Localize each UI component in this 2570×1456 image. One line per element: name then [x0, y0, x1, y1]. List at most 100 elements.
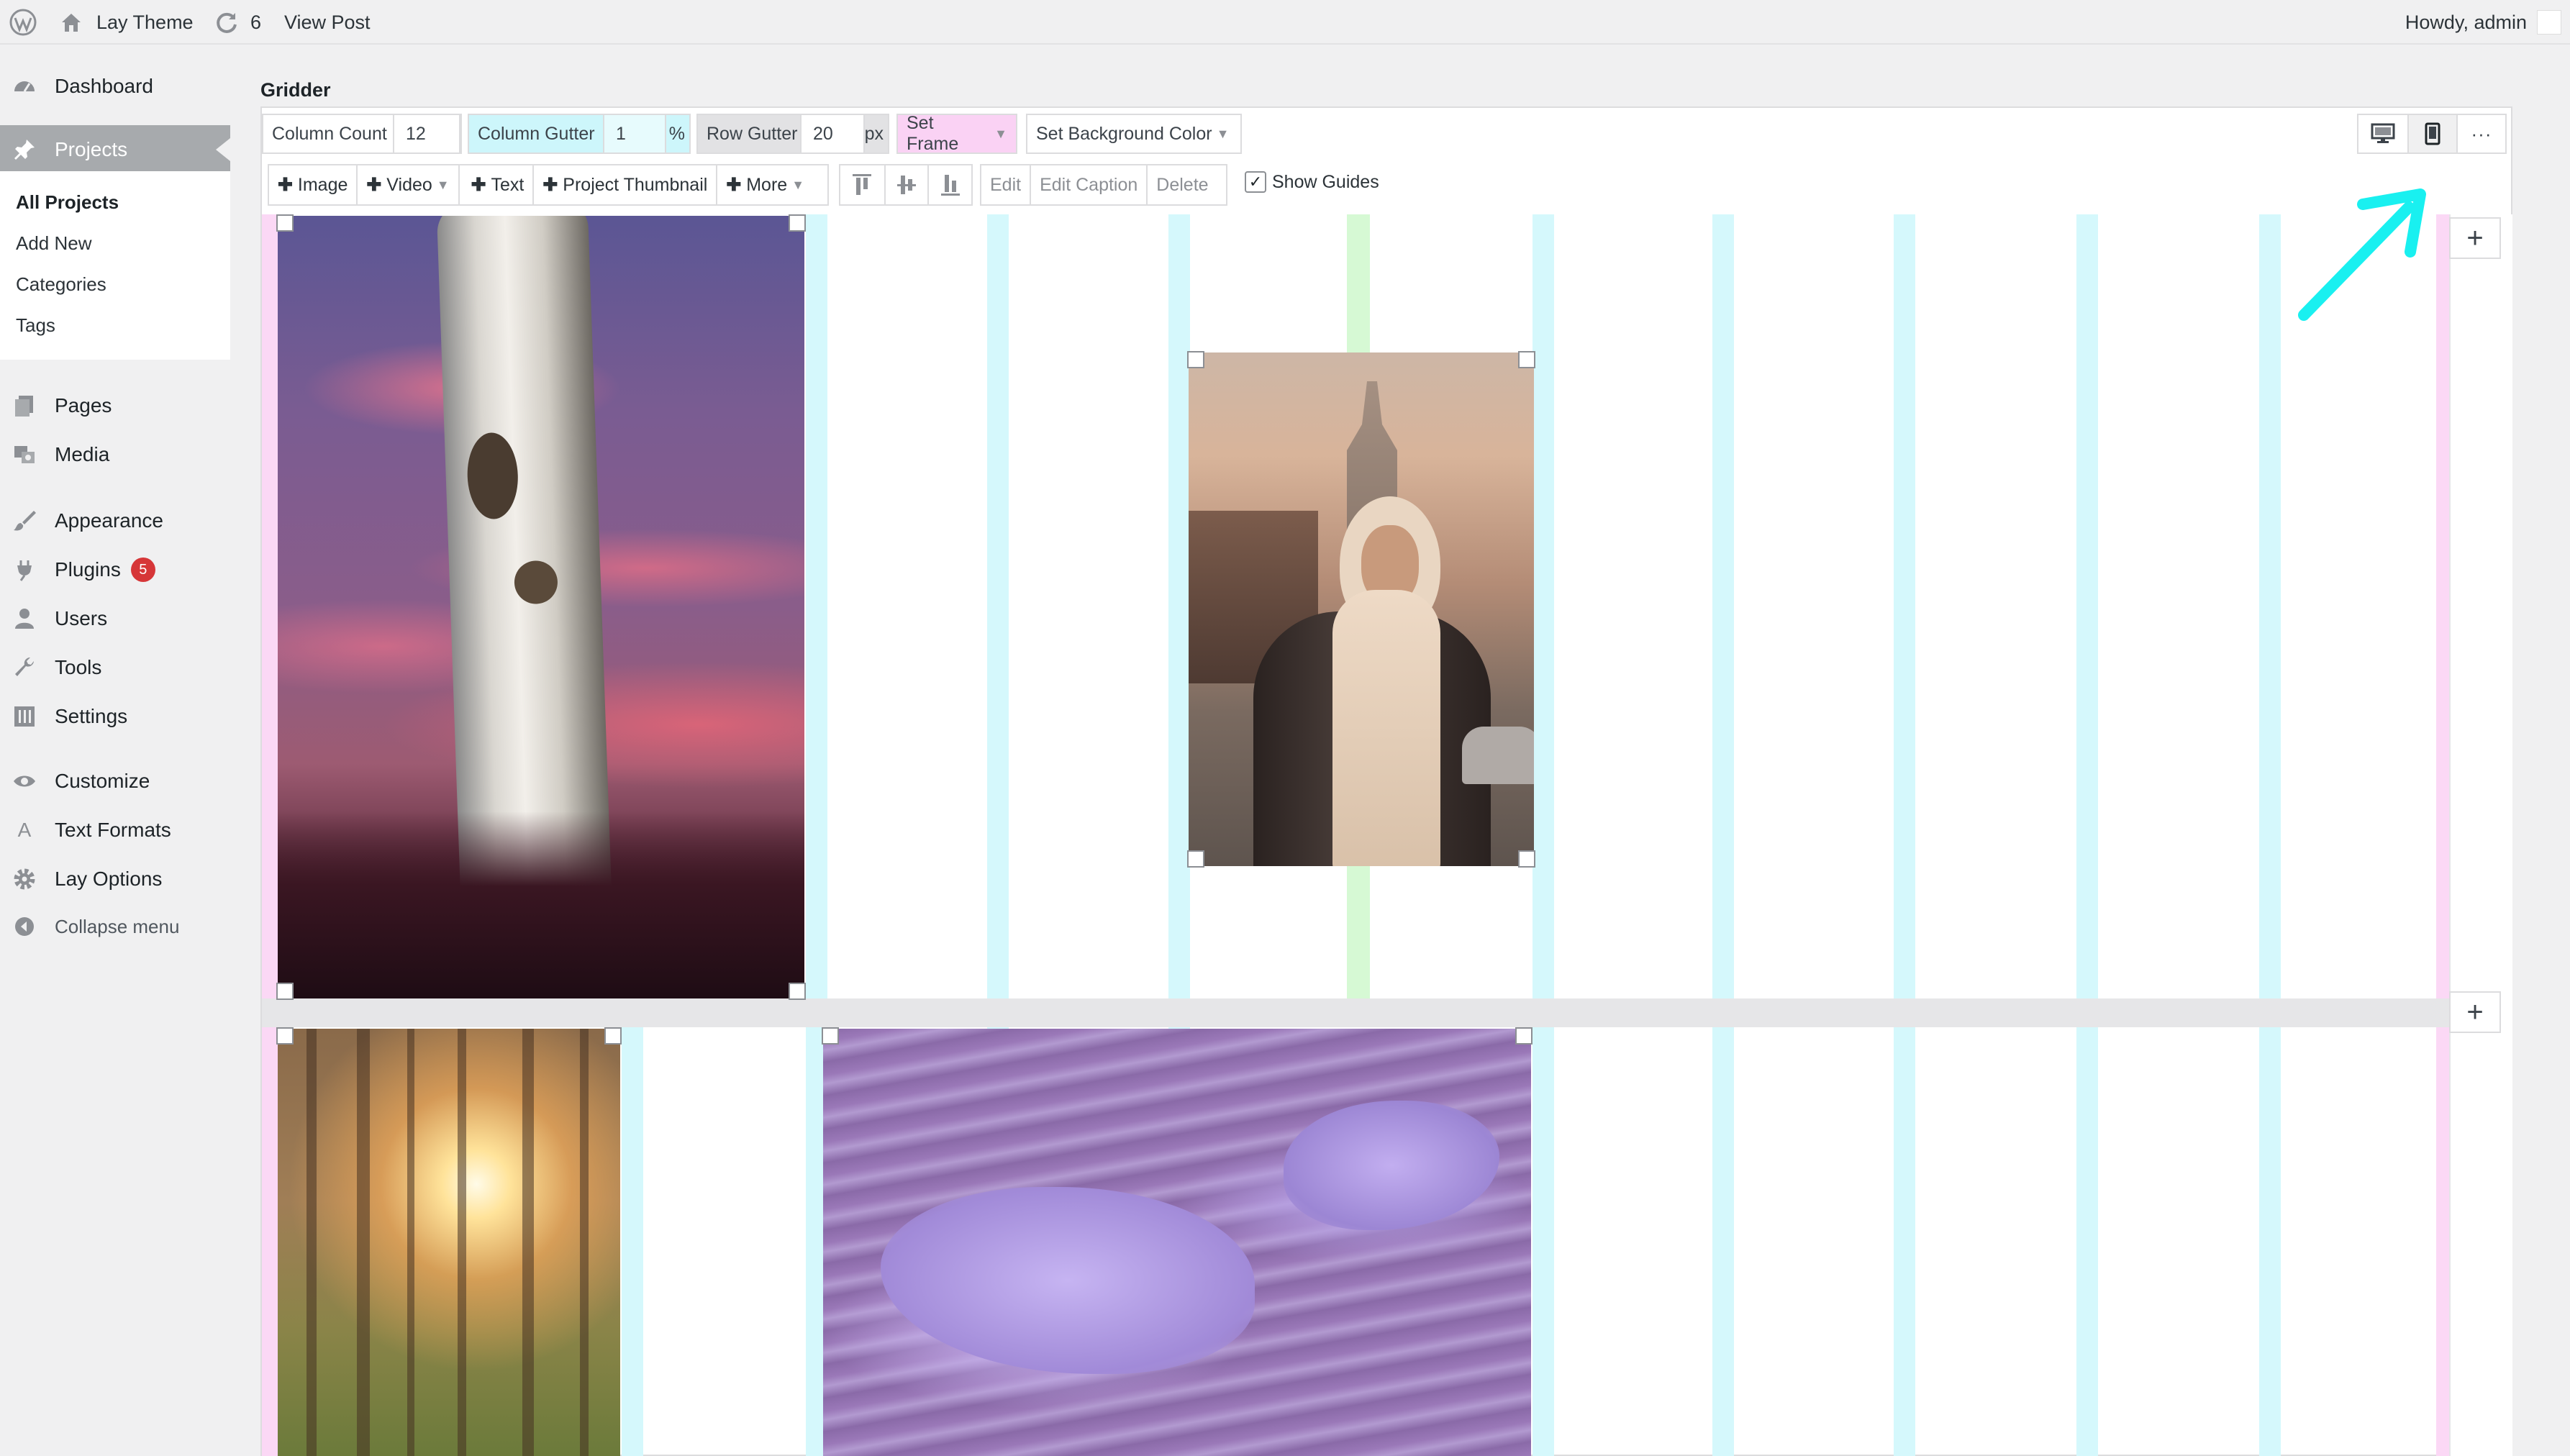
- menu-media[interactable]: Media: [0, 430, 230, 479]
- align-middle-button[interactable]: [884, 165, 928, 204]
- show-guides-label: Show Guides: [1272, 171, 1379, 192]
- add-image-button[interactable]: ✚ Image: [269, 165, 356, 204]
- plug-icon: [10, 555, 39, 584]
- add-more-label: More: [746, 174, 788, 195]
- caret-down-icon: ▼: [1216, 126, 1230, 141]
- column-gutter-label: Column Gutter: [478, 123, 595, 144]
- resize-handle[interactable]: [1187, 850, 1204, 868]
- menu-tools[interactable]: Tools: [0, 643, 230, 692]
- column-gutter-guide: [1533, 214, 1554, 1456]
- view-post-link[interactable]: View Post: [284, 0, 371, 45]
- resize-handle[interactable]: [1518, 850, 1535, 868]
- resize-handle[interactable]: [276, 214, 294, 232]
- menu-customize[interactable]: Customize: [0, 757, 230, 806]
- water-pool: [1284, 1101, 1499, 1230]
- resize-handle[interactable]: [822, 1027, 839, 1045]
- admin-sidebar: Dashboard Projects All Projects Add New …: [0, 45, 230, 1456]
- site-home-link[interactable]: Lay Theme: [59, 0, 194, 45]
- user-account-menu[interactable]: Howdy, admin: [2405, 0, 2561, 45]
- menu-pages-label: Pages: [55, 394, 112, 417]
- wordpress-logo-icon[interactable]: [9, 0, 42, 45]
- column-count-input[interactable]: [393, 114, 460, 154]
- site-name: Lay Theme: [96, 11, 194, 33]
- desktop-view-button[interactable]: [2358, 115, 2407, 153]
- submenu-all-projects[interactable]: All Projects: [16, 191, 119, 214]
- add-project-thumbnail-button[interactable]: ✚ Project Thumbnail: [532, 165, 716, 204]
- set-background-color-label: Set Background Color: [1036, 123, 1212, 144]
- media-icon: [10, 440, 39, 469]
- menu-pages[interactable]: Pages: [0, 381, 230, 430]
- forest-sunlight-image[interactable]: [278, 1029, 620, 1456]
- row-gutter-input[interactable]: [800, 114, 865, 154]
- resize-handle[interactable]: [604, 1027, 622, 1045]
- phone-view-button[interactable]: [2407, 115, 2456, 153]
- resize-handle[interactable]: [1187, 351, 1204, 368]
- edit-caption-button[interactable]: Edit Caption: [1030, 165, 1146, 204]
- gridder-canvas[interactable]: + +: [262, 214, 2514, 1456]
- more-options-button[interactable]: ···: [2456, 115, 2505, 153]
- birch-tree-sunset-image[interactable]: [278, 216, 804, 998]
- menu-dashboard[interactable]: Dashboard: [0, 62, 230, 111]
- add-element-toolbar: ✚ Image ✚ Video ▼ ✚ Text ✚ Project Thumbn…: [268, 164, 829, 206]
- resize-handle[interactable]: [789, 983, 806, 1000]
- pages-icon: [10, 391, 39, 420]
- gridder-panel: Column Count Column Gutter % Row Gutter …: [260, 106, 2512, 1456]
- submenu-tags[interactable]: Tags: [16, 314, 55, 337]
- menu-text-formats[interactable]: A Text Formats: [0, 806, 230, 855]
- column-gutter-input[interactable]: [603, 114, 666, 154]
- resize-handle[interactable]: [1515, 1027, 1533, 1045]
- wrench-icon: [10, 653, 39, 682]
- resize-handle[interactable]: [276, 1027, 294, 1045]
- updates-link[interactable]: 6: [214, 0, 261, 45]
- set-background-color-dropdown[interactable]: Set Background Color ▼: [1026, 114, 1242, 154]
- add-text-label: Text: [491, 174, 525, 195]
- tree-trunk: [522, 1029, 534, 1456]
- user-icon: [10, 604, 39, 633]
- add-row-button[interactable]: +: [2449, 991, 2501, 1033]
- show-guides-toggle[interactable]: ✓ Show Guides: [1245, 171, 1379, 193]
- woman-headscarf-street-image[interactable]: [1189, 352, 1534, 866]
- menu-plugins-label: Plugins: [55, 558, 121, 581]
- submenu-add-new[interactable]: Add New: [16, 232, 92, 255]
- menu-lay-options[interactable]: Lay Options: [0, 855, 230, 904]
- add-video-label: Video: [386, 174, 432, 195]
- dashboard-icon: [10, 72, 39, 101]
- resize-handle[interactable]: [1518, 351, 1535, 368]
- projects-submenu: All Projects Add New Categories Tags: [0, 171, 230, 360]
- submenu-categories[interactable]: Categories: [16, 273, 106, 296]
- purple-sand-water-image[interactable]: [823, 1029, 1531, 1456]
- right-frame-guide: [2436, 214, 2449, 1456]
- plus-icon: ✚: [542, 175, 558, 195]
- menu-projects[interactable]: Projects: [0, 125, 230, 174]
- resize-handle[interactable]: [276, 983, 294, 1000]
- tree-trunk: [458, 1029, 466, 1456]
- show-guides-checkbox[interactable]: ✓: [1245, 171, 1266, 193]
- edit-element-toolbar: Edit Edit Caption Delete: [980, 164, 1227, 206]
- delete-button[interactable]: Delete: [1146, 165, 1217, 204]
- add-video-button[interactable]: ✚ Video ▼: [356, 165, 458, 204]
- menu-plugins[interactable]: Plugins 5: [0, 545, 230, 594]
- menu-users[interactable]: Users: [0, 594, 230, 643]
- set-frame-dropdown[interactable]: Set Frame ▼: [896, 113, 1017, 154]
- menu-projects-label: Projects: [55, 138, 128, 160]
- collapse-menu-button[interactable]: Collapse menu: [0, 902, 230, 951]
- caret-down-icon: ▼: [791, 177, 805, 192]
- view-post-label: View Post: [284, 11, 371, 33]
- howdy-label: Howdy, admin: [2405, 11, 2527, 33]
- menu-appearance[interactable]: Appearance: [0, 496, 230, 545]
- add-text-button[interactable]: ✚ Text: [458, 165, 533, 204]
- add-row-above-button[interactable]: +: [2449, 217, 2501, 259]
- menu-settings-label: Settings: [55, 705, 128, 727]
- menu-settings[interactable]: Settings: [0, 692, 230, 741]
- align-top-button[interactable]: [840, 165, 884, 204]
- plus-icon: ✚: [471, 175, 486, 195]
- align-bottom-button[interactable]: [927, 165, 971, 204]
- edit-button[interactable]: Edit: [981, 165, 1030, 204]
- page-title: Gridder: [260, 79, 331, 101]
- add-more-button[interactable]: ✚ More ▼: [716, 165, 813, 204]
- desktop-icon: [2371, 123, 2395, 143]
- resize-handle[interactable]: [789, 214, 806, 232]
- align-bottom-icon: [940, 175, 960, 196]
- left-frame-guide: [262, 214, 278, 1456]
- collapse-menu-label: Collapse menu: [55, 915, 180, 937]
